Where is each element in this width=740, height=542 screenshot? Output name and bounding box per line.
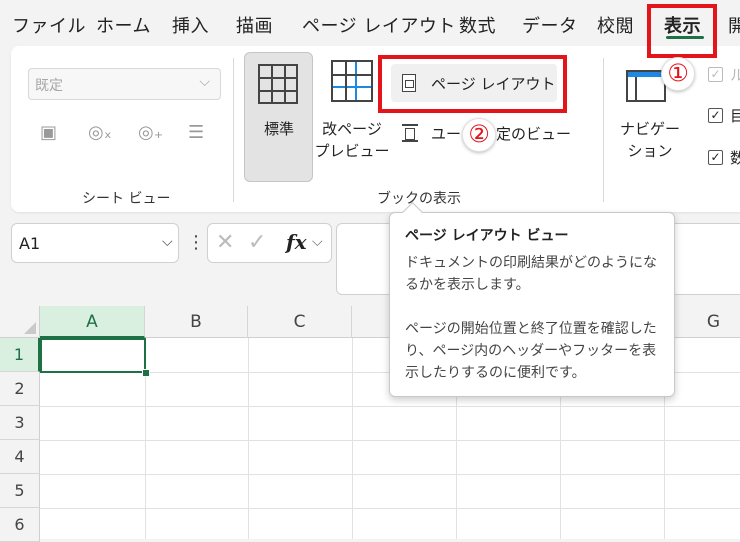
column-header-a[interactable]: A — [40, 306, 145, 338]
chevron-down-icon[interactable]: ⌵ — [162, 234, 173, 250]
sheet-view-dropdown[interactable]: 既定 ⌵ — [28, 68, 221, 100]
tab-review[interactable]: 校閲 — [597, 12, 634, 38]
row-header-5[interactable]: 5 — [0, 474, 40, 508]
formula-bar-checkbox[interactable]: ✓ — [708, 150, 723, 165]
normal-view-label: 標準 — [263, 120, 294, 138]
enter-icon[interactable]: ✓ — [248, 230, 266, 255]
name-box-value: A1 — [19, 234, 41, 253]
grid-line — [40, 406, 740, 407]
highlight-view-tab — [647, 4, 717, 58]
step-2-marker: ② — [462, 118, 496, 152]
highlight-page-layout — [378, 55, 567, 113]
custom-views-label-end[interactable]: 定のビュー — [496, 123, 571, 145]
formula-bar-label: 数 — [730, 149, 740, 167]
workbook-views-group-label: ブックの表示 — [377, 191, 461, 207]
tab-draw[interactable]: 描画 — [236, 12, 273, 38]
fill-handle[interactable] — [142, 369, 150, 377]
gridlines-checkbox[interactable]: ✓ — [708, 108, 723, 123]
normal-grid-icon — [258, 64, 298, 104]
navigation-icon — [626, 70, 666, 102]
grid-line — [40, 474, 740, 475]
step-1-marker: ① — [661, 57, 695, 91]
ruler-label: ル — [730, 66, 740, 84]
cancel-icon[interactable]: ✕ — [216, 230, 234, 255]
page-break-preview-button[interactable]: 改ページ プレビュー — [314, 118, 390, 162]
insert-function-button[interactable]: fx — [286, 230, 307, 254]
navigation-button[interactable]: ナビゲー ション — [612, 118, 688, 162]
custom-views-icon — [402, 124, 418, 142]
sheet-view-group-label: シート ビュー — [82, 191, 171, 207]
tooltip-paragraph-2: ページの開始位置と終了位置を確認したり、ページ内のヘッダーやフッターを表示したり… — [405, 321, 657, 381]
tab-home[interactable]: ホーム — [96, 12, 151, 38]
row-header-4[interactable]: 4 — [0, 440, 40, 474]
sheet-view-value: 既定 — [35, 78, 63, 94]
tab-developer[interactable]: 開 — [728, 12, 740, 38]
column-header-c[interactable]: C — [248, 306, 352, 338]
chevron-down-icon[interactable]: ⌵ — [312, 234, 323, 250]
chevron-down-icon: ⌵ — [199, 74, 210, 90]
select-all-button[interactable] — [0, 306, 40, 338]
name-box[interactable]: A1 ⌵ — [11, 223, 179, 263]
custom-views-label-start[interactable]: ユー — [431, 123, 461, 145]
ribbon-separator — [233, 58, 234, 202]
tooltip-paragraph-1: ドキュメントの印刷結果がどのようになるかを表示します。 — [405, 255, 657, 293]
column-header-g[interactable]: G — [664, 306, 740, 338]
active-cell-a1[interactable] — [40, 338, 146, 373]
exit-view-icon[interactable]: ◎ₓ — [88, 122, 112, 143]
page-break-preview-icon — [331, 60, 373, 102]
tooltip-title: ページ レイアウト ビュー — [405, 228, 569, 244]
options-list-icon[interactable]: ☰ — [188, 122, 204, 143]
row-header-2[interactable]: 2 — [0, 372, 40, 406]
tab-insert[interactable]: 挿入 — [172, 12, 209, 38]
save-view-icon[interactable]: ▣ — [40, 122, 57, 143]
tab-file[interactable]: ファイル — [12, 12, 86, 38]
row-header-3[interactable]: 3 — [0, 406, 40, 440]
ribbon-separator-2 — [603, 58, 604, 202]
row-header-1[interactable]: 1 — [0, 338, 40, 372]
grid-line — [40, 440, 740, 441]
column-header-b[interactable]: B — [145, 306, 248, 338]
formula-controls: ✕ ✓ fx ⌵ — [207, 223, 332, 263]
ruler-checkbox[interactable]: ✓ — [708, 67, 723, 82]
new-view-icon[interactable]: ◎₊ — [138, 122, 163, 143]
gridlines-label: 目 — [730, 107, 740, 125]
tab-formulas[interactable]: 数式 — [459, 12, 496, 38]
grid-line — [40, 508, 740, 509]
tab-page-layout[interactable]: ページ レイアウト — [302, 12, 456, 38]
tab-data[interactable]: データ — [522, 12, 578, 38]
row-header-6[interactable]: 6 — [0, 508, 40, 542]
more-options-icon[interactable]: ⋮ — [187, 232, 205, 253]
